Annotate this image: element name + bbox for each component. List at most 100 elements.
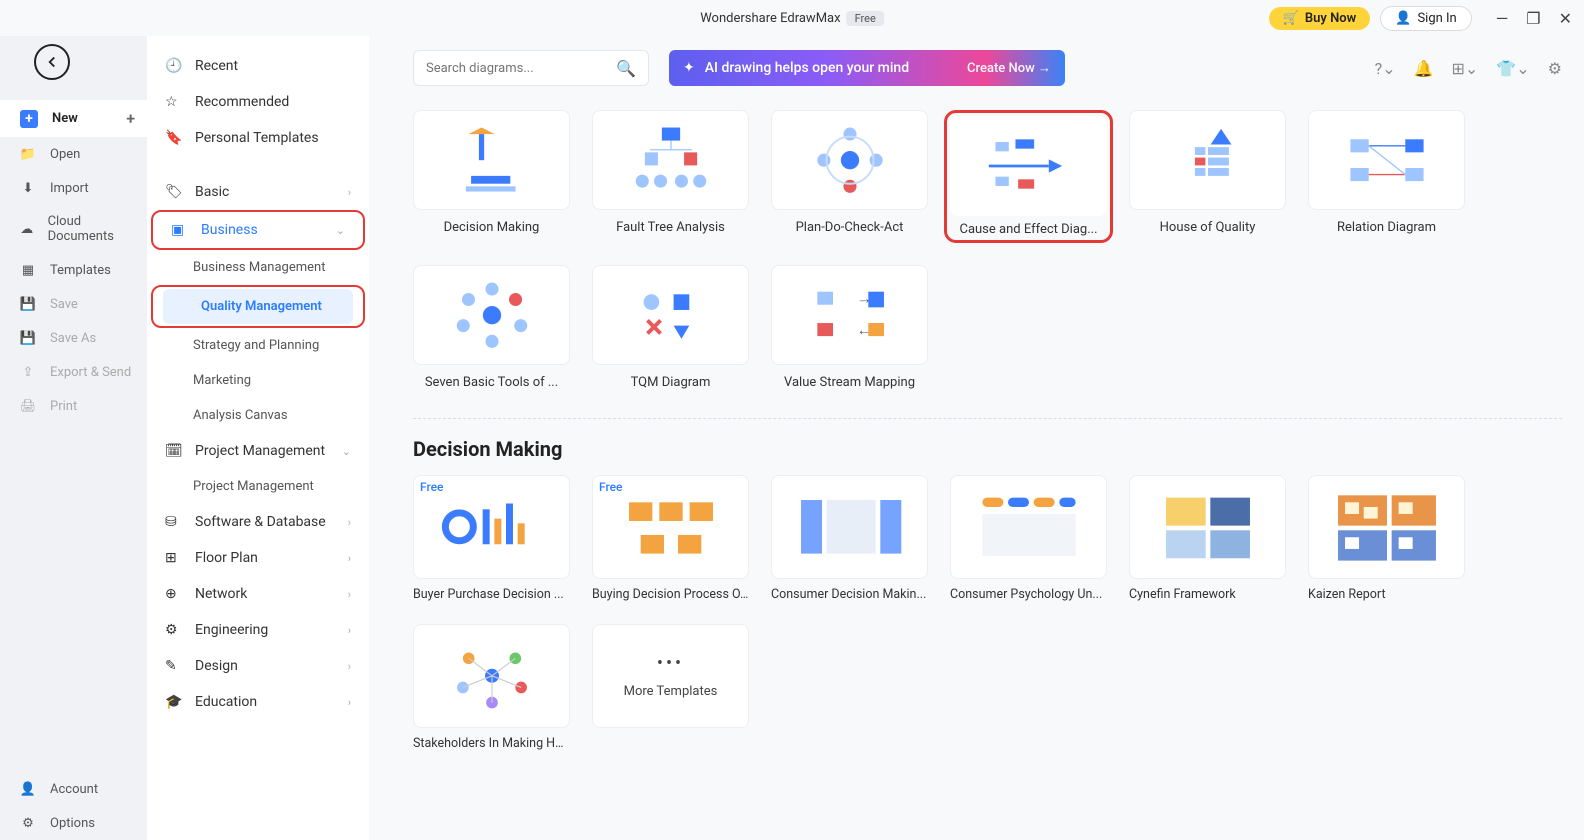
cat-project-management[interactable]: 🗓 Project Management ⌄ xyxy=(147,433,369,469)
close-button[interactable]: ✕ xyxy=(1559,9,1572,28)
sign-in-button[interactable]: 👤 Sign In xyxy=(1380,6,1472,31)
chevron-right-icon: › xyxy=(348,516,351,529)
design-icon: ✎ xyxy=(165,658,181,674)
chevron-right-icon: › xyxy=(348,660,351,673)
tpl-label: Buying Decision Process O... xyxy=(592,587,749,602)
nav-options-label: Options xyxy=(50,816,95,831)
tpl-stakeholders[interactable]: Stakeholders In Making He... xyxy=(413,624,570,751)
cat-basic[interactable]: 🏷 Basic › xyxy=(147,174,369,210)
back-button[interactable] xyxy=(34,44,70,80)
cat-software-database[interactable]: ⛁ Software & Database › xyxy=(147,504,369,540)
nav-print[interactable]: 🖨 Print xyxy=(0,389,147,423)
tpl-label: Kaizen Report xyxy=(1308,587,1465,602)
tpl-kaizen[interactable]: Kaizen Report xyxy=(1308,475,1465,602)
cat-recommended[interactable]: ☆ Recommended xyxy=(147,84,369,120)
titlebar: Wondershare EdrawMax Free 🛒 Buy Now 👤 Si… xyxy=(0,0,1584,36)
tag-icon: 🏷 xyxy=(165,184,181,200)
tpl-more[interactable]: ••• More Templates xyxy=(592,624,749,751)
apps-icon[interactable]: ⊞⌄ xyxy=(1452,59,1479,78)
divider xyxy=(413,418,1562,419)
shirt-icon[interactable]: 👕⌄ xyxy=(1496,59,1529,78)
main-content: 🔍 ✦ AI drawing helps open your mind Crea… xyxy=(369,36,1584,840)
cat-network[interactable]: ⊕ Network › xyxy=(147,576,369,612)
dots-icon: ••• xyxy=(657,653,684,674)
settings-icon[interactable]: ⚙ xyxy=(1548,59,1562,78)
cat-recent-label: Recent xyxy=(195,58,238,74)
categories-panel: 🕘 Recent ☆ Recommended 🔖 Personal Templa… xyxy=(147,36,369,840)
cat-business-management[interactable]: Business Management xyxy=(147,250,369,285)
database-icon: ⛁ xyxy=(165,514,181,530)
nav-new[interactable]: + New + xyxy=(0,100,147,137)
create-now-button[interactable]: Create Now → xyxy=(967,60,1051,76)
project-icon: 🗓 xyxy=(165,443,181,459)
cat-quality-management[interactable]: Quality Management xyxy=(163,289,353,324)
app-title: Wondershare EdrawMax Free xyxy=(700,11,884,26)
nav-save[interactable]: 💾 Save xyxy=(0,287,147,321)
left-panel: + New + 📁 Open ⬇ Import ☁ Cloud Document… xyxy=(0,36,147,840)
education-icon: 🎓 xyxy=(165,694,181,710)
nav-options[interactable]: ⚙ Options xyxy=(0,806,147,840)
engineering-icon: ⚙ xyxy=(165,622,181,638)
card-tqm[interactable]: TQM Diagram xyxy=(592,265,749,390)
cat-strategy-planning[interactable]: Strategy and Planning xyxy=(147,328,369,363)
cat-personal-templates[interactable]: 🔖 Personal Templates xyxy=(147,120,369,156)
card-relation-diagram[interactable]: Relation Diagram xyxy=(1308,110,1465,243)
card-pdca[interactable]: Plan-Do-Check-Act xyxy=(771,110,928,243)
nav-import[interactable]: ⬇ Import xyxy=(0,171,147,205)
cat-business[interactable]: ▣ Business ⌄ xyxy=(153,212,363,248)
card-label: Plan-Do-Check-Act xyxy=(771,220,928,235)
nav-export-send[interactable]: ⇪ Export & Send xyxy=(0,355,147,389)
cat-education[interactable]: 🎓 Education › xyxy=(147,684,369,720)
cat-personal-label: Personal Templates xyxy=(195,130,319,146)
nav-templates[interactable]: ▦ Templates xyxy=(0,253,147,287)
cat-analysis-canvas[interactable]: Analysis Canvas xyxy=(147,398,369,433)
nav-cloud-label: Cloud Documents xyxy=(48,214,135,244)
cat-marketing[interactable]: Marketing xyxy=(147,363,369,398)
bell-icon[interactable]: 🔔 xyxy=(1414,59,1434,78)
cart-icon: 🛒 xyxy=(1283,11,1299,26)
user-icon: 👤 xyxy=(1395,11,1411,26)
cat-project-management-sub[interactable]: Project Management xyxy=(147,469,369,504)
tpl-buyer-purchase[interactable]: Free Buyer Purchase Decision ... xyxy=(413,475,570,602)
cat-floor-label: Floor Plan xyxy=(195,550,258,566)
chevron-down-icon: ⌄ xyxy=(336,224,345,237)
cat-engineering[interactable]: ⚙ Engineering › xyxy=(147,612,369,648)
nav-import-label: Import xyxy=(50,181,89,196)
help-icon[interactable]: ?⌄ xyxy=(1375,59,1396,78)
buy-now-button[interactable]: 🛒 Buy Now xyxy=(1269,7,1371,30)
sparkle-icon: ✦ xyxy=(683,60,695,76)
cat-design-label: Design xyxy=(195,658,238,674)
tpl-buying-decision[interactable]: Free Buying Decision Process O... xyxy=(592,475,749,602)
clock-icon: 🕘 xyxy=(165,58,181,74)
section-title: Decision Making xyxy=(413,437,1562,461)
search-icon[interactable]: 🔍 xyxy=(616,59,636,78)
nav-account[interactable]: 👤 Account xyxy=(0,772,147,806)
card-fault-tree[interactable]: Fault Tree Analysis xyxy=(592,110,749,243)
card-house-quality[interactable]: House of Quality xyxy=(1129,110,1286,243)
cat-design[interactable]: ✎ Design › xyxy=(147,648,369,684)
card-label: Relation Diagram xyxy=(1308,220,1465,235)
search-input[interactable] xyxy=(426,61,616,76)
card-cause-effect[interactable]: Cause and Effect Diag... xyxy=(950,110,1107,243)
plus-icon[interactable]: + xyxy=(126,109,135,128)
search-box[interactable]: 🔍 xyxy=(413,50,649,86)
card-value-stream[interactable]: →← Value Stream Mapping xyxy=(771,265,928,390)
card-decision-making[interactable]: Decision Making xyxy=(413,110,570,243)
minimize-button[interactable]: — xyxy=(1496,9,1509,28)
cat-recent[interactable]: 🕘 Recent xyxy=(147,48,369,84)
tpl-consumer-psychology[interactable]: Consumer Psychology Un... xyxy=(950,475,1107,602)
cat-floor-plan[interactable]: ⊞ Floor Plan › xyxy=(147,540,369,576)
free-tag: Free xyxy=(599,480,622,494)
network-icon: ⊕ xyxy=(165,586,181,602)
maximize-button[interactable]: ❐ xyxy=(1526,9,1540,28)
templates-icon: ▦ xyxy=(20,262,36,278)
nav-cloud-documents[interactable]: ☁ Cloud Documents xyxy=(0,205,147,253)
nav-open[interactable]: 📁 Open xyxy=(0,137,147,171)
cat-software-label: Software & Database xyxy=(195,514,326,530)
nav-save-as[interactable]: 💾 Save As xyxy=(0,321,147,355)
cat-business-label: Business xyxy=(201,222,258,238)
tpl-consumer-decision[interactable]: Consumer Decision Makin... xyxy=(771,475,928,602)
ai-banner[interactable]: ✦ AI drawing helps open your mind Create… xyxy=(669,50,1065,86)
card-seven-tools[interactable]: Seven Basic Tools of ... xyxy=(413,265,570,390)
tpl-cynefin[interactable]: Cynefin Framework xyxy=(1129,475,1286,602)
